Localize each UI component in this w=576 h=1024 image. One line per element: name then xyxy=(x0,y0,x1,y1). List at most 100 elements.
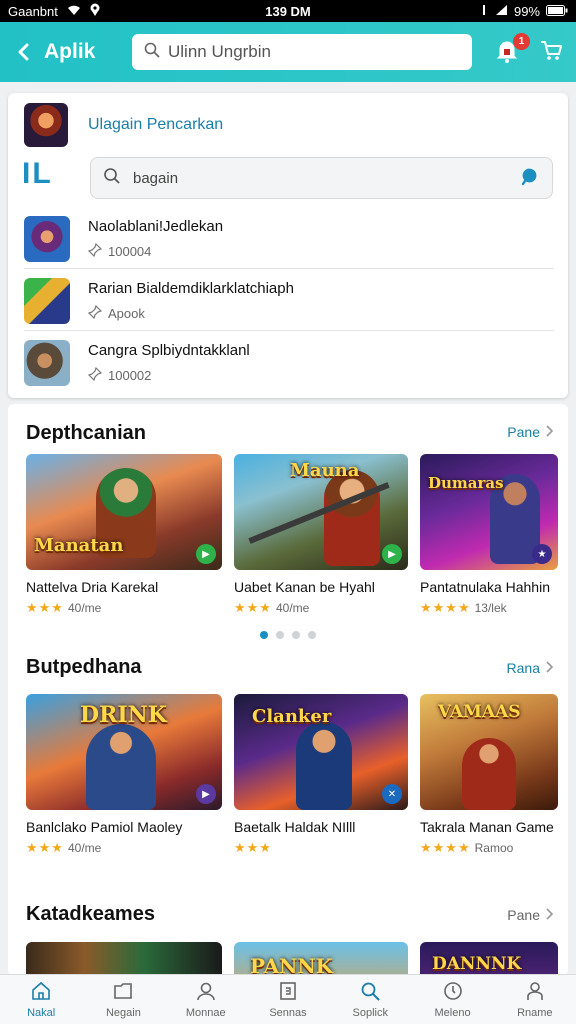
suggestion-thumbnail xyxy=(24,215,70,262)
see-all-label: Pane xyxy=(507,907,540,923)
suggestion-name: Cangra Splbiydntakklanl xyxy=(88,342,250,359)
suggestion-meta: 100004 xyxy=(108,243,152,259)
game-art-title: Mauna xyxy=(290,460,360,481)
game-artwork: Manatan ▶ xyxy=(26,454,222,570)
game-artwork: Mauna ▶ xyxy=(234,454,408,570)
search-input[interactable]: bagain xyxy=(90,157,553,199)
game-card[interactable] xyxy=(26,942,222,976)
game-artwork: DANNNK xyxy=(420,942,558,976)
voice-search-icon[interactable] xyxy=(520,166,540,190)
game-card[interactable]: DANNNK xyxy=(420,942,558,976)
notification-button[interactable]: 1 xyxy=(494,33,530,65)
signal-icon xyxy=(495,4,508,19)
game-rating: Ramoo xyxy=(474,841,514,855)
suggestions-title[interactable]: Ulagain Pencarkan xyxy=(88,116,223,134)
app-title: Aplik xyxy=(44,40,96,63)
nav-item-search[interactable]: Soplick xyxy=(329,975,411,1024)
clock-icon xyxy=(442,980,464,1005)
game-name: Uabet Kanan be Hyahl xyxy=(234,579,375,595)
nav-label: Rname xyxy=(517,1007,553,1019)
game-artwork: VAMAAS xyxy=(420,694,558,810)
nav-item-folder[interactable]: Negain xyxy=(82,975,164,1024)
battery-icon xyxy=(546,4,568,19)
game-card[interactable]: PANNK xyxy=(234,942,408,976)
doc-icon xyxy=(277,980,299,1005)
game-rating: 40/me xyxy=(275,601,310,615)
see-all-label: Rana xyxy=(506,660,540,676)
game-card[interactable]: Manatan ▶ Nattelva Dria Karekal ★★★ 40/m… xyxy=(26,454,222,616)
profile-icon xyxy=(524,980,546,1005)
star-rating-icon: ★★★★ xyxy=(420,840,471,855)
game-card[interactable]: Dumaras ★ Pantatnulaka Hahhin ★★★★ 13/le… xyxy=(420,454,558,616)
game-art-title: DRINK xyxy=(80,702,167,728)
nav-label: Monnae xyxy=(185,1007,226,1019)
search-suggestions-panel: Ulagain Pencarkan IL bagain Naolablani!J… xyxy=(8,93,568,398)
game-card[interactable]: Mauna ▶ Uabet Kanan be Hyahl ★★★ 40/me xyxy=(234,454,408,616)
bell-icon xyxy=(494,41,520,69)
nav-item-home[interactable]: Nakal xyxy=(0,975,82,1024)
section-title: Depthcanian xyxy=(26,422,147,444)
pin-icon xyxy=(87,304,103,322)
chevron-right-icon xyxy=(546,424,554,440)
chevron-right-icon xyxy=(546,660,554,676)
see-all-link[interactable]: Pane xyxy=(507,424,554,440)
game-rating: 40/me xyxy=(67,601,102,615)
bottom-navigation: Nakal Negain Monnae Sennas Soplick Melen… xyxy=(0,974,576,1024)
search-icon xyxy=(144,42,160,63)
carrier-label: Gaanbnt xyxy=(8,3,58,19)
carousel-dot[interactable] xyxy=(308,631,316,639)
game-name: Pantatnulaka Hahhin xyxy=(420,579,550,595)
home-icon xyxy=(30,980,52,1005)
carousel-dot[interactable] xyxy=(292,631,300,639)
search-icon xyxy=(103,167,121,189)
nav-label: Negain xyxy=(105,1007,141,1019)
top-search-input[interactable]: Ulinn Ungrbin xyxy=(132,34,472,70)
game-card[interactable]: Clanker ✕ Baetalk Haldak NIlll ★★★ xyxy=(234,694,408,856)
nav-label: Meleno xyxy=(434,1007,471,1019)
cart-icon[interactable] xyxy=(538,37,564,68)
game-artwork: Clanker ✕ xyxy=(234,694,408,810)
wifi-icon xyxy=(66,4,82,19)
main-content: Depthcanian Pane Manatan ▶ Nattelva Dria… xyxy=(8,404,568,976)
pin-icon xyxy=(87,242,103,260)
star-rating-icon: ★★★ xyxy=(26,600,64,615)
suggestion-item[interactable]: Naolablani!Jedlekan 100004 xyxy=(24,209,554,269)
game-art-title: Manatan xyxy=(34,535,124,556)
game-art-title: DANNNK xyxy=(432,954,522,974)
game-card[interactable]: VAMAAS Takrala Manan Game ★★★★ Ramoo xyxy=(420,694,558,856)
play-badge-icon: ▶ xyxy=(196,544,216,564)
game-artwork xyxy=(26,942,222,976)
nav-item-person[interactable]: Monnae xyxy=(165,975,247,1024)
see-all-link[interactable]: Rana xyxy=(507,660,554,676)
close-badge-icon: ✕ xyxy=(382,784,402,804)
game-art-title: PANNK xyxy=(250,954,334,976)
star-rating-icon: ★★★ xyxy=(26,840,64,855)
game-art-title: Clanker xyxy=(252,706,332,727)
game-card[interactable]: DRINK ▶ Banlclako Pamiol Maoley ★★★ 40/m… xyxy=(26,694,222,856)
nav-label: Soplick xyxy=(352,1007,388,1019)
section-title: Katadkeames xyxy=(26,903,155,925)
carousel-dot[interactable] xyxy=(260,631,268,639)
search-input-value: bagain xyxy=(133,169,179,187)
nav-item-clock[interactable]: Meleno xyxy=(411,975,493,1024)
search-icon xyxy=(359,980,381,1005)
suggestion-item[interactable]: Cangra Splbiydntakklanl 100002 xyxy=(24,333,554,393)
see-all-link[interactable]: Pane xyxy=(507,907,554,923)
game-name: Takrala Manan Game xyxy=(420,819,554,835)
game-artwork: PANNK xyxy=(234,942,408,976)
suggestion-name: Rarian Bialdemdiklarklatchiaph xyxy=(88,279,294,297)
star-rating-icon: ★★★ xyxy=(234,840,272,855)
person-icon xyxy=(195,980,217,1005)
nav-item-doc[interactable]: Sennas xyxy=(247,975,329,1024)
game-art-title: VAMAAS xyxy=(438,702,521,722)
back-arrow-icon[interactable] xyxy=(12,39,38,65)
carousel-dot[interactable] xyxy=(276,631,284,639)
top-search-placeholder: Ulinn Ungrbin xyxy=(168,42,271,61)
see-all-label: Pane xyxy=(507,424,540,440)
game-name: Baetalk Haldak NIlll xyxy=(234,819,356,835)
game-artwork: DRINK ▶ xyxy=(26,694,222,810)
app-bar: Aplik Ulinn Ungrbin 1 xyxy=(0,22,576,82)
pin-icon xyxy=(87,366,103,384)
nav-item-profile[interactable]: Rname xyxy=(494,975,576,1024)
suggestion-item[interactable]: Rarian Bialdemdiklarklatchiaph Apook xyxy=(24,271,554,331)
